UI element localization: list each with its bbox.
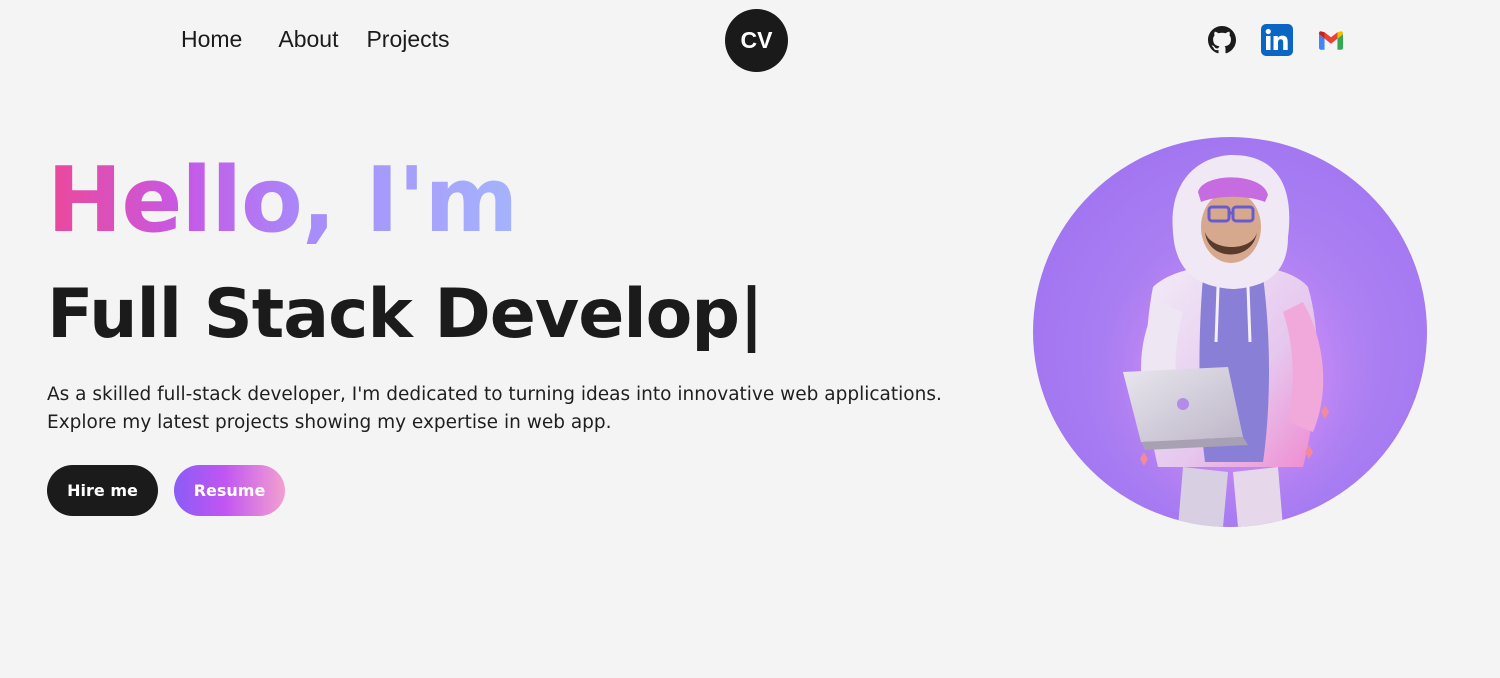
- typing-cursor: |: [739, 275, 764, 354]
- nav-link-projects[interactable]: Projects: [366, 26, 449, 53]
- hero-description: As a skilled full-stack developer, I'm d…: [47, 384, 942, 433]
- nav-link-home[interactable]: Home: [181, 26, 242, 53]
- resume-button[interactable]: Resume: [174, 465, 285, 516]
- role-text: Full Stack Develop: [47, 275, 740, 354]
- main-nav: Home About Projects: [181, 26, 450, 53]
- nav-link-about[interactable]: About: [278, 26, 338, 53]
- avatar-illustration: [1033, 137, 1427, 527]
- gmail-icon[interactable]: [1318, 27, 1344, 53]
- greeting-heading: Hello, I'm: [47, 146, 518, 256]
- developer-illustration-icon: [1083, 155, 1383, 527]
- hire-me-button[interactable]: Hire me: [47, 465, 158, 516]
- social-links: [1206, 24, 1344, 56]
- logo[interactable]: CV: [725, 9, 788, 72]
- role-heading: Full Stack Develop|: [47, 275, 764, 355]
- github-icon[interactable]: [1206, 24, 1238, 56]
- linkedin-icon[interactable]: [1261, 24, 1293, 56]
